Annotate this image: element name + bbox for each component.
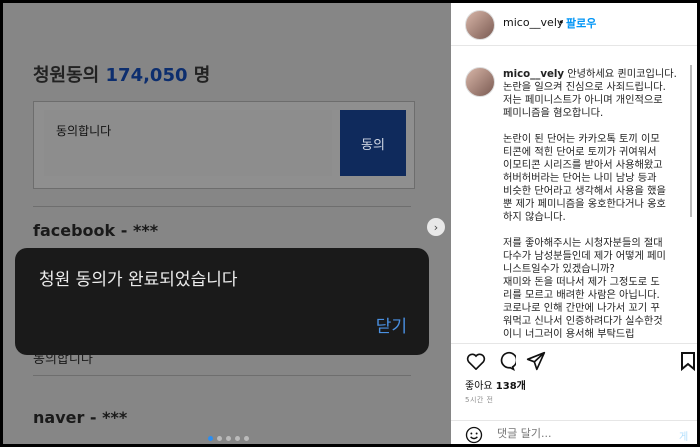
caption-line: 코로나로 인해 간만에 나가서 꼬기 꾸 bbox=[503, 303, 660, 314]
caption-line: 티콘에 적힌 단어로 토끼가 귀여워서 bbox=[503, 147, 657, 158]
caption-line: 비슷한 단어라고 생각해서 사용을 했을 bbox=[503, 186, 666, 197]
petition-title-prefix: 청원동의 bbox=[33, 65, 106, 86]
send-icon bbox=[526, 351, 546, 371]
divider bbox=[33, 206, 411, 207]
caption-line: 허버허버라는 단어는 나미 남낭 등과 bbox=[503, 173, 657, 184]
carousel-dot bbox=[235, 436, 240, 441]
comment-icon bbox=[500, 351, 516, 371]
toast-close-button: 닫기 bbox=[376, 312, 407, 337]
caption-line: 이니 너그러이 용서해 부탁드립 bbox=[503, 329, 635, 340]
chevron-right-icon: › bbox=[433, 220, 439, 234]
completion-toast: 청원 동의가 완료되었습니다 닫기 bbox=[15, 248, 429, 355]
post-timestamp: 5시간 전 bbox=[465, 396, 494, 404]
caption-line: 뿐 제가 페미니즘을 옹호한다거나 옹호 bbox=[503, 199, 666, 210]
comment-bar: 게시 bbox=[451, 420, 697, 444]
agree-box: 동의합니다 동의 bbox=[33, 101, 415, 189]
avatar[interactable] bbox=[465, 10, 495, 40]
carousel-next-button[interactable]: › bbox=[427, 218, 445, 236]
caption-line: 저는 페미니스트가 아니며 개인적으로 bbox=[503, 95, 663, 106]
caption-avatar[interactable] bbox=[465, 67, 495, 97]
screen: 청원동의 174,050 명 동의합니다 동의 facebook - *** 동… bbox=[3, 3, 697, 444]
likes-label: 좋아요 bbox=[465, 381, 496, 392]
caption-line: 논란이 된 단어는 카카오톡 토끼 이모 bbox=[503, 134, 660, 145]
like-button[interactable] bbox=[465, 350, 487, 372]
caption-line: 안녕하세요 퀸미코입니다. bbox=[564, 69, 677, 80]
caption-line: 리를 모르고 배려한 사람은 아닙니다. bbox=[503, 290, 660, 301]
likes-count[interactable]: 좋아요 138개 bbox=[465, 377, 526, 392]
caption-line: 다수가 남성분들인데 제가 어떻게 페미 bbox=[503, 251, 666, 262]
caption-line: 니스트일수가 있겠습니까? bbox=[503, 264, 615, 275]
petition-title: 청원동의 174,050 명 bbox=[33, 61, 210, 87]
heart-icon bbox=[466, 353, 486, 370]
caption-username[interactable]: mico__vely bbox=[503, 69, 564, 80]
petition-count: 174,050 bbox=[105, 65, 188, 86]
post-caption: mico__vely 안녕하세요 퀸미코입니다. 논란을 일으켜 진심으로 사죄… bbox=[503, 68, 689, 340]
follow-button[interactable]: 팔로우 bbox=[566, 15, 596, 31]
separator-dot: • bbox=[558, 16, 565, 29]
likes-number: 138개 bbox=[495, 381, 526, 392]
comment-author: facebook - *** bbox=[33, 221, 159, 240]
post-media: 청원동의 174,050 명 동의합니다 동의 facebook - *** 동… bbox=[3, 3, 451, 444]
username-link[interactable]: mico__vely bbox=[503, 16, 563, 29]
petition-title-suffix: 명 bbox=[187, 65, 211, 86]
carousel-dot bbox=[217, 436, 222, 441]
carousel-dot bbox=[208, 436, 213, 441]
agree-textarea: 동의합니다 bbox=[44, 110, 332, 176]
post-comment-button[interactable]: 게시 bbox=[679, 428, 697, 444]
caption-line: 워먹고 신나서 인증하려다가 실수한것 bbox=[503, 316, 663, 327]
scrollbar[interactable] bbox=[690, 65, 692, 217]
share-button[interactable] bbox=[525, 350, 547, 372]
carousel-dot bbox=[244, 436, 249, 441]
caption-line: 이모티콘 시리즈를 받아서 사용해왔고 bbox=[503, 160, 663, 171]
carousel-dot bbox=[226, 436, 231, 441]
carousel-indicator bbox=[208, 436, 249, 441]
comment-input[interactable] bbox=[495, 426, 649, 441]
emoji-icon[interactable] bbox=[465, 426, 483, 444]
post-sidebar: mico__vely • 팔로우 mico__vely 안녕하세요 퀸미코입니다… bbox=[451, 3, 697, 444]
divider bbox=[33, 375, 411, 376]
comment-author: naver - *** bbox=[33, 408, 128, 427]
agree-button: 동의 bbox=[340, 110, 406, 176]
save-button[interactable] bbox=[677, 350, 697, 372]
comment-button[interactable] bbox=[495, 350, 517, 372]
caption-line: 페미니즘을 혐오합니다. bbox=[503, 108, 604, 119]
media-image: 청원동의 174,050 명 동의합니다 동의 facebook - *** 동… bbox=[3, 3, 451, 444]
caption-line: 재미와 돈을 떠나서 제가 그정도로 도 bbox=[503, 277, 660, 288]
caption-line: 저를 좋아해주시는 시청자분들의 절대 bbox=[503, 238, 663, 249]
caption-line: 논란을 일으켜 진심으로 사죄드립니다. bbox=[503, 82, 666, 93]
post-header: mico__vely • 팔로우 bbox=[451, 3, 697, 46]
action-bar bbox=[451, 343, 697, 374]
caption-line: 하지 않습니다. bbox=[503, 212, 566, 223]
bookmark-icon bbox=[681, 352, 695, 371]
toast-message: 청원 동의가 완료되었습니다 bbox=[39, 270, 238, 290]
